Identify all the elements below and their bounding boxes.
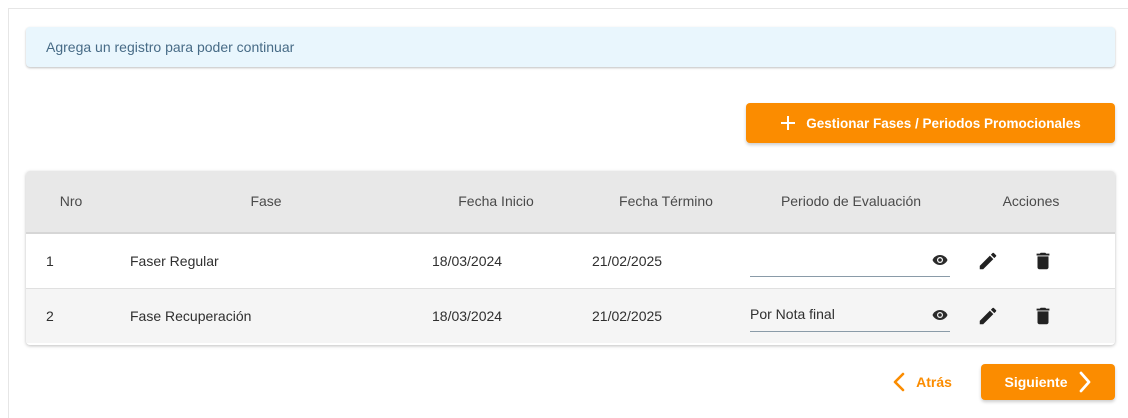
back-label: Atrás [916,374,952,390]
column-header-fase: Fase [250,193,282,209]
cell-nro: 1 [46,253,54,269]
cell-fecha-termino: 21/02/2025 [592,308,663,324]
manage-phases-button[interactable]: Gestionar Fases / Periodos Promocionales [746,103,1115,143]
table-row: 2 Fase Recuperación 18/03/2024 21/02/202… [26,289,1115,343]
column-header-fecha-inicio: Fecha Inicio [458,193,534,209]
eye-icon[interactable] [932,309,948,321]
next-button[interactable]: Siguiente [981,364,1115,400]
column-header-periodo: Periodo de Evaluación [780,193,922,209]
cell-fecha-termino: 21/02/2025 [592,253,663,269]
periodo-select[interactable] [750,244,950,277]
eye-icon[interactable] [932,254,948,266]
pencil-icon[interactable] [977,305,999,327]
cell-fase: Faser Regular [130,253,219,269]
table-header: Nro Fase Fecha Inicio Fecha Término Peri… [26,171,1115,234]
plus-icon [781,116,796,130]
chevron-left-icon [893,372,905,392]
cell-fecha-inicio: 18/03/2024 [432,253,503,269]
next-label: Siguiente [1004,374,1068,390]
column-header-fecha-termino: Fecha Término [619,193,713,209]
periodo-select[interactable]: Por Nota final [750,299,950,332]
column-header-acciones: Acciones [1002,193,1060,209]
pencil-icon[interactable] [977,250,999,272]
trash-icon[interactable] [1032,305,1054,327]
chevron-right-icon [1079,371,1090,393]
manage-phases-label: Gestionar Fases / Periodos Promocionales [806,115,1081,131]
cell-fase: Fase Recuperación [130,308,252,324]
column-header-nro: Nro [59,193,83,209]
phases-table: Nro Fase Fecha Inicio Fecha Término Peri… [26,171,1115,345]
table-row: 1 Faser Regular 18/03/2024 21/02/2025 [26,234,1115,289]
trash-icon[interactable] [1032,250,1054,272]
back-button[interactable]: Atrás [880,364,964,400]
info-alert: Agrega un registro para poder continuar [26,27,1115,67]
cell-fecha-inicio: 18/03/2024 [432,308,503,324]
cell-nro: 2 [46,308,54,324]
periodo-select-value: Por Nota final [750,306,835,322]
